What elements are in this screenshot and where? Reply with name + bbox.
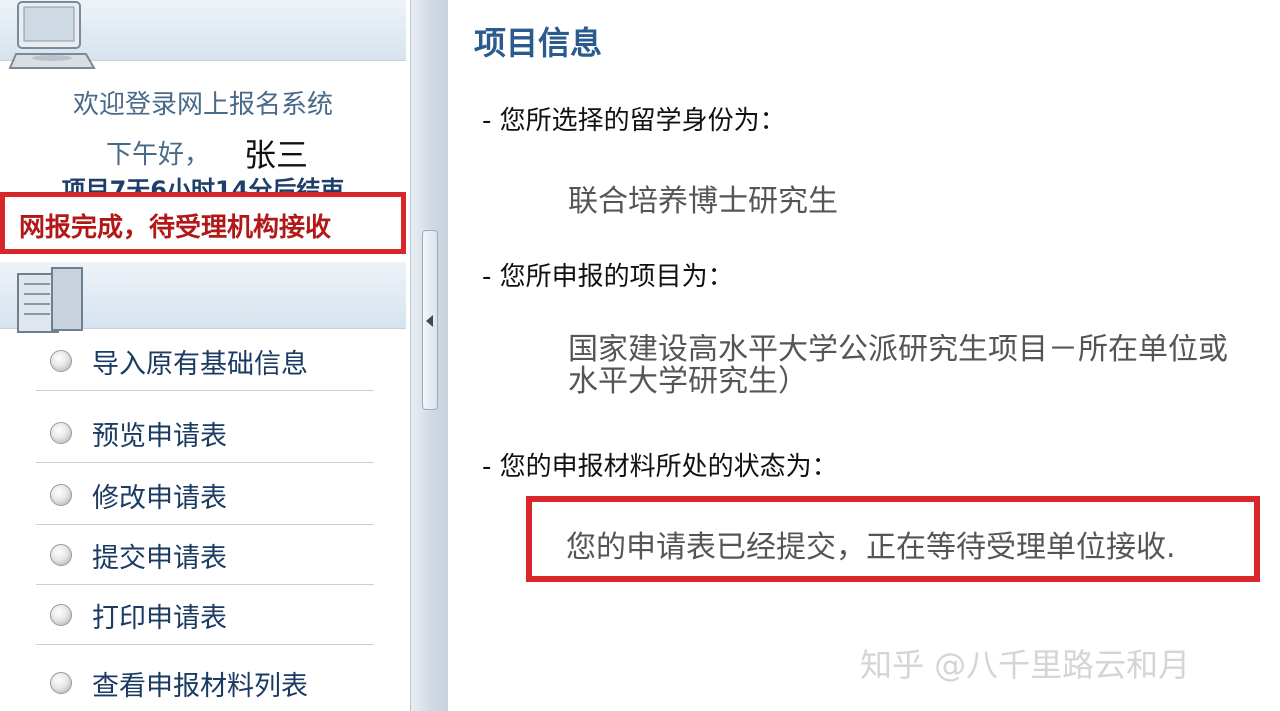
bullet-icon	[50, 544, 72, 566]
identity-label: - 您所选择的留学身份为：	[482, 106, 786, 136]
menu-item-label: 预览申请表	[92, 421, 227, 452]
menu-item-import-info[interactable]: 导入原有基础信息	[36, 330, 374, 391]
menu-item-submit-form[interactable]: 提交申请表	[36, 524, 374, 585]
countdown-text: 项目7天6小时14分后结束	[61, 176, 345, 192]
menu-item-label: 修改申请表	[92, 483, 227, 514]
page-title: 项目信息	[474, 24, 603, 62]
menu-item-label: 提交申请表	[92, 543, 227, 574]
project-value: 国家建设高水平大学公派研究生项目－所在单位或 水平大学研究生）	[568, 334, 1280, 414]
book-icon	[17, 267, 83, 333]
sidebar: 欢迎登录网上报名系统 下午好， 张三 项目7天6小时14分后结束 网报完成，待受…	[0, 0, 410, 711]
welcome-block: 欢迎登录网上报名系统 下午好， 张三 项目7天6小时14分后结束	[0, 62, 406, 192]
menu-item-label: 打印申请表	[92, 603, 227, 634]
collapse-arrow-icon	[426, 315, 433, 327]
project-value-line-2: 水平大学研究生）	[568, 364, 808, 399]
sidebar-splitter[interactable]	[410, 0, 449, 711]
page: 欢迎登录网上报名系统 下午好， 张三 项目7天6小时14分后结束 网报完成，待受…	[0, 0, 1280, 711]
submission-state-text: 您的申请表已经提交，正在等待受理单位接收.	[566, 530, 1176, 565]
application-status-text: 网报完成，待受理机构接收	[19, 213, 332, 243]
bullet-icon	[50, 484, 72, 506]
welcome-text: 欢迎登录网上报名系统	[72, 90, 333, 120]
bullet-icon	[50, 422, 72, 444]
main-content: 项目信息 - 您所选择的留学身份为： 联合培养博士研究生 - 您所申报的项目为：…	[448, 0, 1280, 711]
project-value-line-1: 国家建设高水平大学公派研究生项目－所在单位或	[568, 334, 1228, 367]
watermark: 知乎 @八千里路云和月	[860, 646, 1191, 684]
bullet-icon	[50, 350, 72, 372]
sidebar-header	[0, 0, 406, 69]
menu-header	[0, 262, 406, 333]
project-label: - 您所申报的项目为：	[482, 262, 734, 292]
collapse-sidebar-button[interactable]	[422, 230, 438, 410]
menu-item-label: 导入原有基础信息	[92, 349, 308, 380]
menu-item-label: 查看申报材料列表	[92, 671, 308, 702]
menu-item-print-form[interactable]: 打印申请表	[36, 584, 374, 645]
menu-item-view-materials[interactable]: 查看申报材料列表	[36, 652, 374, 711]
bullet-icon	[50, 672, 72, 694]
menu-item-edit-form[interactable]: 修改申请表	[36, 464, 374, 525]
state-label: - 您的申报材料所处的状态为：	[482, 452, 838, 482]
application-status-box: 网报完成，待受理机构接收	[0, 192, 406, 254]
greeting-text: 下午好，	[106, 140, 211, 170]
identity-value: 联合培养博士研究生	[568, 184, 838, 219]
submission-state-box: 您的申请表已经提交，正在等待受理单位接收.	[526, 496, 1260, 582]
bullet-icon	[50, 604, 72, 626]
menu-item-preview-form[interactable]: 预览申请表	[36, 402, 374, 463]
